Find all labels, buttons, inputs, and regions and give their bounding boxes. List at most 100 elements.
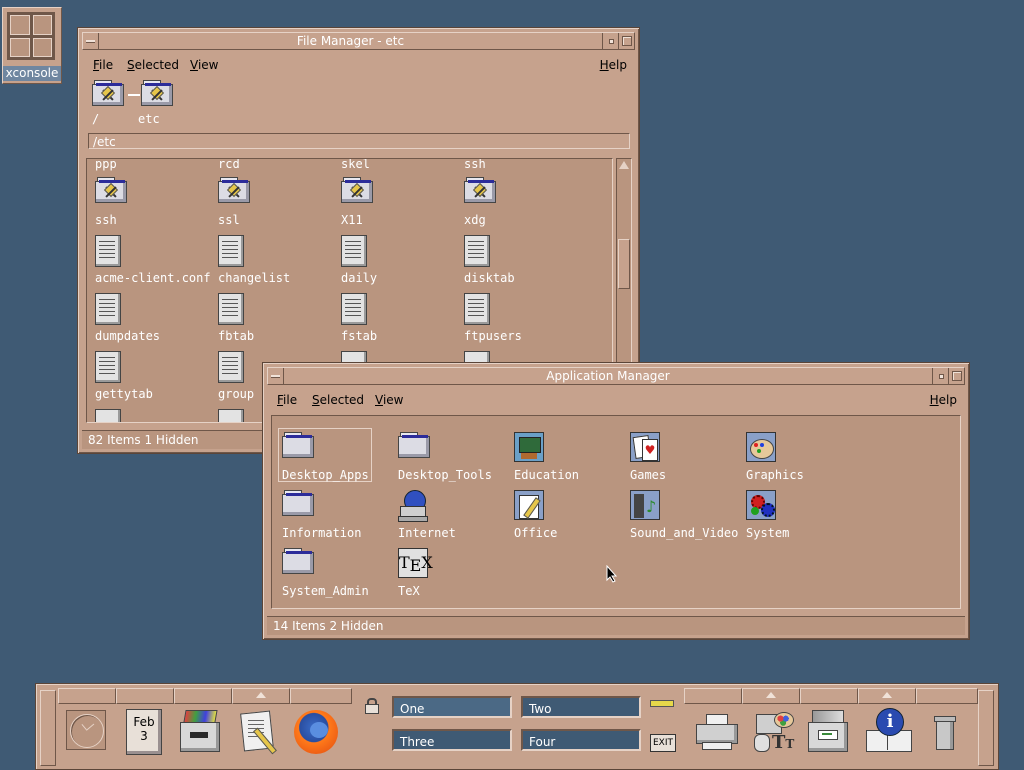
tex-icon: TEX xyxy=(398,548,433,578)
file-item-label: changelist xyxy=(218,271,291,285)
panel-left-handle[interactable] xyxy=(40,690,56,766)
app-group-desktop-apps[interactable]: Desktop_Apps xyxy=(278,428,372,482)
menu-file[interactable]: File xyxy=(277,393,297,407)
app-manager-titlebar[interactable]: Application Manager xyxy=(267,367,965,385)
subpanel-slot[interactable] xyxy=(174,688,232,704)
document-icon xyxy=(95,409,121,422)
path-label: etc xyxy=(138,112,160,126)
file-item-label: group xyxy=(218,387,255,401)
subpanel-slot[interactable] xyxy=(116,688,174,704)
education-icon xyxy=(514,432,544,462)
calendar-icon[interactable]: Feb 3 xyxy=(126,709,162,755)
menu-view[interactable]: View xyxy=(190,58,218,72)
workspace-three-button[interactable]: Three xyxy=(392,729,512,751)
document-icon xyxy=(341,293,367,325)
scroll-thumb[interactable] xyxy=(618,239,630,289)
menu-selected[interactable]: Selected xyxy=(127,58,179,72)
maximize-button[interactable] xyxy=(948,368,964,384)
menubar: File Selected View Help xyxy=(86,54,631,76)
busy-light-icon xyxy=(650,700,674,707)
folder-icon xyxy=(92,80,124,106)
globe-computer-icon xyxy=(398,490,428,522)
folder-icon xyxy=(218,177,250,203)
document-icon xyxy=(95,293,121,325)
menu-help[interactable]: Help xyxy=(930,393,957,407)
menu-selected[interactable]: Selected xyxy=(312,393,364,407)
calendar-month: Feb xyxy=(133,715,155,729)
file-item-label: ssh xyxy=(464,158,486,171)
file-item-label: acme-client.conf xyxy=(95,271,211,285)
panel-right-handle[interactable] xyxy=(978,690,994,766)
workspace-two-button[interactable]: Two xyxy=(521,696,641,718)
menu-file[interactable]: File xyxy=(93,58,113,72)
app-group-label: Education xyxy=(514,468,580,482)
folder-icon xyxy=(341,177,373,203)
style-manager-icon[interactable]: TT xyxy=(752,710,798,754)
path-icon-root[interactable]: / xyxy=(92,80,126,126)
document-icon xyxy=(95,351,121,383)
minimize-button[interactable] xyxy=(602,33,618,49)
subpanel-slot[interactable] xyxy=(916,688,978,704)
subpanel-slot[interactable] xyxy=(684,688,742,704)
pencil-doc-icon xyxy=(514,490,544,520)
folder-icon xyxy=(398,432,430,458)
file-item-label: rcd xyxy=(218,158,240,171)
app-group-label: System xyxy=(746,526,790,540)
window-menu-button[interactable] xyxy=(83,33,99,49)
xconsole-desktop-icon[interactable]: xconsole xyxy=(2,7,62,84)
menu-help[interactable]: Help xyxy=(600,58,627,72)
file-drawer-icon[interactable] xyxy=(180,710,220,752)
film-music-icon: ♪ xyxy=(630,490,660,520)
scroll-up-arrow[interactable] xyxy=(619,161,629,169)
document-icon xyxy=(218,293,244,325)
file-manager-titlebar[interactable]: File Manager - etc xyxy=(82,32,635,50)
trash-icon[interactable] xyxy=(934,716,956,750)
file-item-label: fbtab xyxy=(218,329,255,343)
subpanel-slot[interactable] xyxy=(58,688,116,704)
subpanel-slot-arrow[interactable] xyxy=(742,688,800,704)
menu-view[interactable]: View xyxy=(375,393,403,407)
cards-icon: ♥ xyxy=(630,432,660,462)
document-icon xyxy=(218,235,244,267)
app-group-label: Desktop_Apps xyxy=(282,468,369,482)
clock-icon[interactable] xyxy=(66,710,106,750)
lock-icon[interactable] xyxy=(364,698,379,714)
path-separator xyxy=(128,94,140,96)
folder-icon xyxy=(95,177,127,203)
file-item-label: X11 xyxy=(341,213,363,227)
help-manager-icon[interactable]: i xyxy=(866,708,912,754)
app-group-label: System_Admin xyxy=(282,584,369,598)
window-menu-button[interactable] xyxy=(268,368,284,384)
document-icon xyxy=(218,351,244,383)
subpanel-slot-arrow[interactable] xyxy=(858,688,916,704)
window-grid-icon xyxy=(7,12,55,60)
gears-icon xyxy=(746,490,776,520)
path-field[interactable]: /etc xyxy=(88,133,630,149)
app-group-label: Sound_and_Video xyxy=(630,526,739,540)
path-icon-etc[interactable]: etc xyxy=(138,80,175,126)
file-item-label: daily xyxy=(341,271,378,285)
subpanel-slot-arrow[interactable] xyxy=(232,688,290,704)
file-item-label: ssh xyxy=(95,213,117,227)
document-icon xyxy=(341,235,367,267)
firefox-icon[interactable] xyxy=(292,708,340,756)
file-item-label: dumpdates xyxy=(95,329,161,343)
subpanel-slot[interactable] xyxy=(290,688,352,704)
document-icon xyxy=(464,293,490,325)
folder-icon xyxy=(141,80,173,106)
folder-icon xyxy=(282,432,314,458)
workspace-four-button[interactable]: Four xyxy=(521,729,641,751)
exit-button[interactable]: EXIT xyxy=(650,734,676,752)
minimize-button[interactable] xyxy=(932,368,948,384)
workspace-one-button[interactable]: One xyxy=(392,696,512,718)
file-item-label: xdg xyxy=(464,213,486,227)
file-item-label: ftpusers xyxy=(464,329,522,343)
app-group-label: Graphics xyxy=(746,468,804,482)
document-icon xyxy=(95,235,121,267)
printer-icon[interactable] xyxy=(696,714,738,752)
text-editor-icon[interactable] xyxy=(240,710,282,755)
maximize-button[interactable] xyxy=(618,33,634,49)
file-item-label: ppp xyxy=(95,158,117,171)
app-manager-drawer-icon[interactable] xyxy=(808,710,850,754)
subpanel-slot[interactable] xyxy=(800,688,858,704)
